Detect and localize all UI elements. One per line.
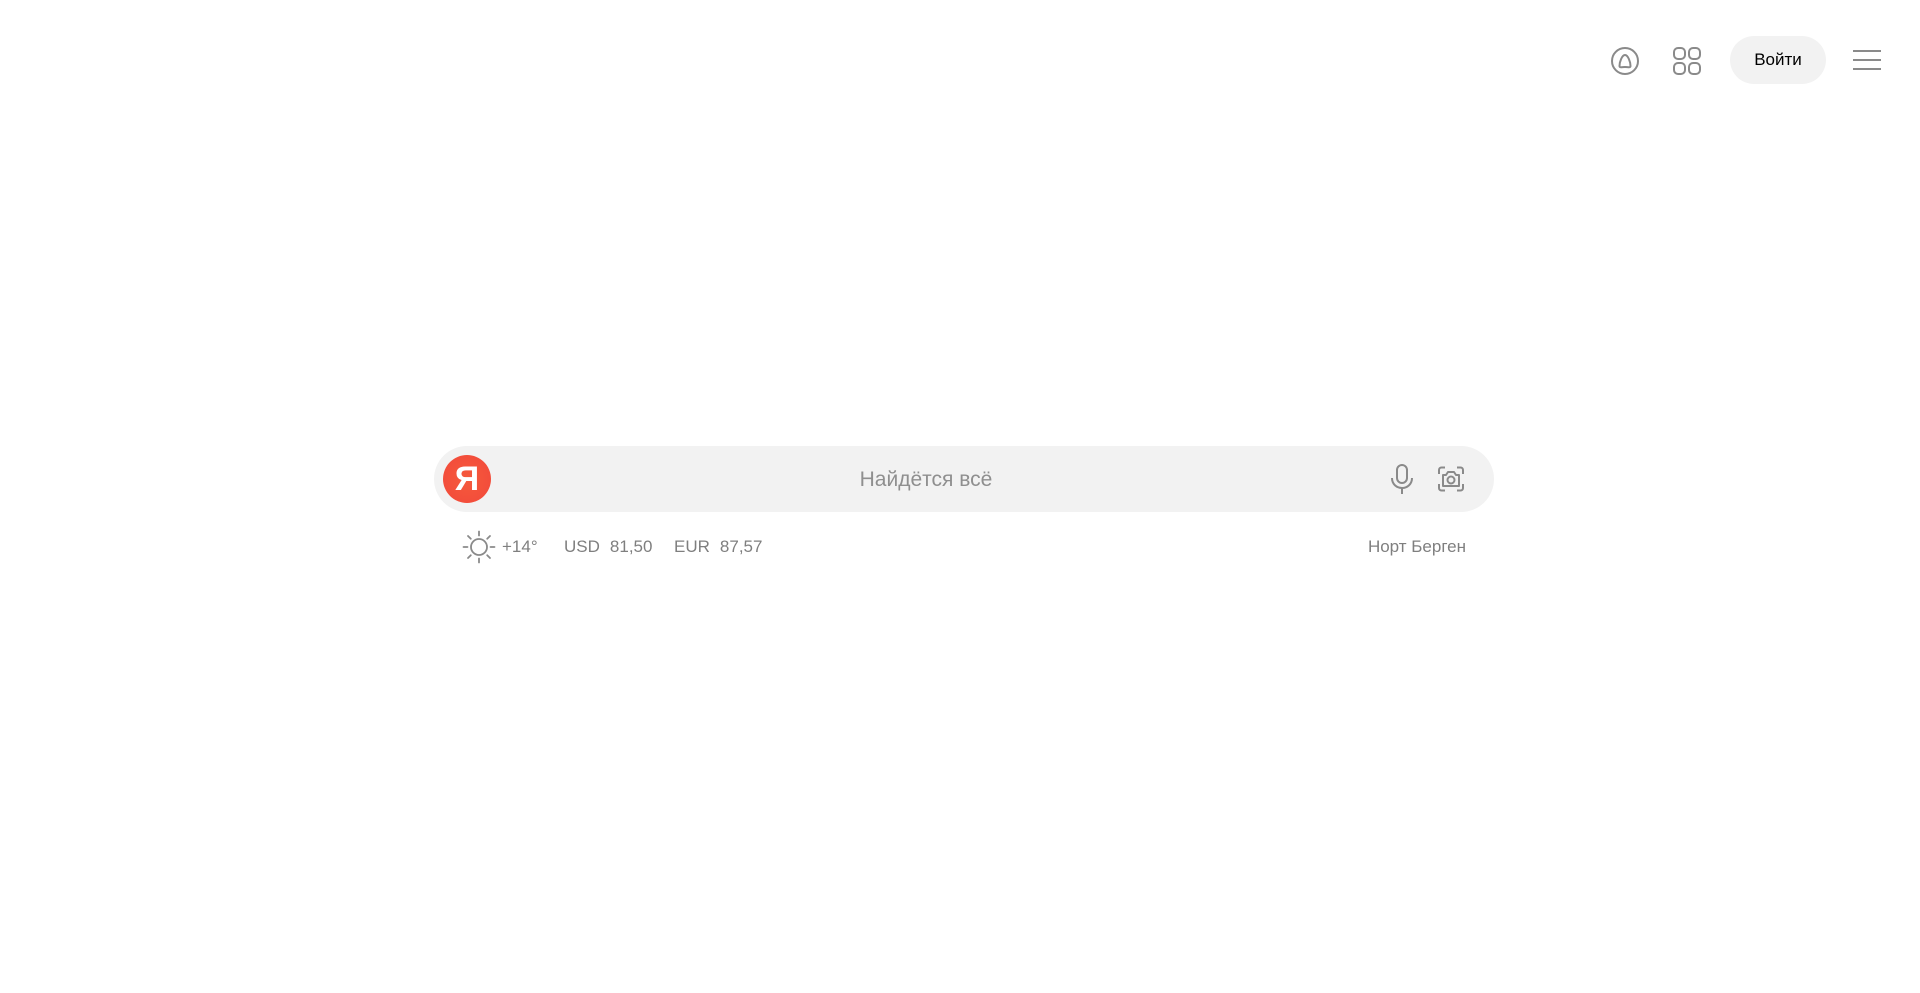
sun-icon <box>462 530 496 564</box>
currency-value: 87,57 <box>719 537 763 556</box>
search-bar: Я <box>434 446 1494 514</box>
yandex-logo[interactable]: Я <box>443 455 491 503</box>
weather-widget[interactable]: +14° <box>462 530 538 564</box>
temperature: +14° <box>502 537 538 556</box>
page: Войти Я Найдётся всё +14° USD 81,50 EUR … <box>0 0 1920 993</box>
usd-rate[interactable]: USD 81,50 <box>564 537 652 557</box>
alice-icon[interactable] <box>1608 44 1642 78</box>
menu-icon[interactable] <box>1852 48 1882 72</box>
camera-icon[interactable] <box>1434 463 1468 495</box>
eur-rate[interactable]: EUR 87,57 <box>674 537 762 557</box>
currency-label: EUR <box>674 537 710 556</box>
apps-grid-icon[interactable] <box>1670 44 1704 78</box>
search-input[interactable] <box>504 446 1348 514</box>
login-button[interactable]: Войти <box>1730 36 1826 84</box>
header: Войти <box>0 0 1920 120</box>
microphone-icon[interactable] <box>1386 463 1418 495</box>
info-row: +14° USD 81,50 EUR 87,57 Норт Берген <box>462 530 1466 564</box>
currency-label: USD <box>564 537 600 556</box>
currency-value: 81,50 <box>609 537 653 556</box>
city-link[interactable]: Норт Берген <box>1368 537 1466 557</box>
